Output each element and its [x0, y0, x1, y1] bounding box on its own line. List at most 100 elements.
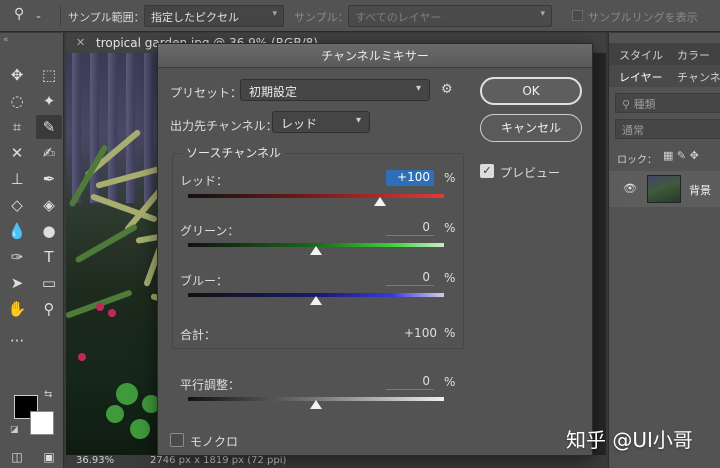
sample-label: サンプル：	[294, 11, 349, 24]
chevron-down-icon: ▾	[272, 9, 277, 19]
close-icon[interactable]: ✕	[76, 36, 85, 49]
preset-options-gear-icon[interactable]: ⚙	[441, 82, 453, 97]
status-bar: 36.93% 2746 px x 1819 px (72 ppi)	[66, 455, 606, 468]
visibility-eye-icon[interactable]: 👁	[623, 182, 637, 195]
blue-value-field[interactable]: 0	[386, 270, 434, 286]
search-icon: ⚲	[622, 98, 634, 111]
history-brush-tool-icon[interactable]: ✒	[36, 167, 62, 191]
hand-tool-icon[interactable]: ✋	[4, 297, 30, 321]
sample-size-select[interactable]: 指定したピクセル ▾	[144, 5, 284, 27]
sample-select[interactable]: すべてのレイヤー ▾	[348, 5, 552, 27]
red-value-field[interactable]: +100	[386, 170, 434, 186]
tab-styles[interactable]: スタイル	[619, 47, 663, 63]
layers-channels-tabs: レイヤー チャンネル	[609, 65, 720, 87]
dodge-tool-icon[interactable]: ●	[36, 219, 62, 243]
green-label: グリーン：	[180, 224, 240, 238]
layer-search-field[interactable]: ⚲ 種類	[615, 93, 720, 113]
blend-mode-select[interactable]: 通常	[615, 119, 720, 139]
channel-mixer-dialog: チャンネルミキサー プリセット： 初期設定 ▾ ⚙ 出力先チャンネル： レッド …	[157, 43, 593, 456]
output-channel-select[interactable]: レッド ▾	[272, 111, 370, 133]
pen-tool-icon[interactable]: ✑	[4, 245, 30, 269]
eyedropper-icon: ⚲	[14, 6, 25, 22]
move-tool-icon[interactable]: ✥	[4, 63, 30, 87]
show-sampling-ring-checkbox[interactable]	[572, 10, 583, 21]
monochrome-checkbox[interactable]	[170, 433, 184, 447]
quick-mask-icon[interactable]: ◫	[4, 445, 30, 468]
eraser-tool-icon[interactable]: ◇	[4, 193, 30, 217]
layer-name: 背景	[689, 184, 711, 197]
lasso-tool-icon[interactable]: ◌	[4, 89, 30, 113]
total-percent: %	[444, 326, 456, 340]
red-slider-track[interactable]	[188, 194, 444, 198]
constant-slider-handle[interactable]	[310, 400, 322, 409]
clone-stamp-tool-icon[interactable]: ⊥	[4, 167, 30, 191]
flower	[78, 353, 86, 361]
screen-mode-icon[interactable]: ▣	[36, 445, 62, 468]
tab-layers[interactable]: レイヤー	[619, 69, 663, 85]
watermark: 知乎 @UI小哥	[566, 428, 693, 452]
tab-color[interactable]: カラー	[677, 47, 710, 63]
red-label: レッド：	[180, 174, 229, 188]
green-percent: %	[444, 221, 456, 235]
background-color-swatch[interactable]	[30, 411, 54, 435]
blue-label: ブルー：	[180, 274, 229, 288]
red-percent: %	[444, 171, 456, 185]
lock-icons[interactable]: ▦ ✎ ✥	[663, 149, 699, 162]
layer-search-placeholder: 種類	[633, 98, 656, 111]
default-colors-icon[interactable]: ◪	[10, 425, 19, 435]
chevron-down-icon: ▾	[540, 9, 545, 19]
leaf-cluster	[116, 383, 138, 405]
healing-brush-tool-icon[interactable]: ✕	[4, 141, 30, 165]
swap-colors-icon[interactable]: ⇆	[44, 389, 52, 400]
chevron-down-icon: ▾	[355, 115, 361, 126]
green-value-field[interactable]: 0	[386, 220, 434, 236]
flower	[96, 303, 104, 311]
monochrome-label: モノクロ	[190, 435, 239, 449]
zoom-tool-icon[interactable]: ⚲	[36, 297, 62, 321]
collapse-icon[interactable]: «	[3, 35, 9, 45]
total-label: 合計：	[180, 328, 217, 342]
preview-label: プレビュー	[500, 166, 561, 180]
green-slider-handle[interactable]	[310, 246, 322, 255]
chevron-down-icon: ▾	[415, 83, 421, 94]
path-selection-tool-icon[interactable]: ➤	[4, 271, 30, 295]
leaf-cluster	[130, 419, 150, 439]
options-bar: ⚲ ⌄ サンプル範囲： 指定したピクセル ▾ サンプル： すべてのレイヤー ▾ …	[0, 0, 720, 32]
cancel-button[interactable]: キャンセル	[480, 114, 582, 142]
styles-color-tabs: スタイル カラー	[609, 43, 720, 65]
chevron-down-icon: ⌄	[34, 11, 43, 21]
dialog-title: チャンネルミキサー	[158, 44, 592, 68]
brush-tool-icon[interactable]: ✍	[36, 141, 62, 165]
magic-wand-tool-icon[interactable]: ✦	[36, 89, 62, 113]
constant-percent: %	[444, 375, 456, 389]
preset-label: プリセット：	[170, 86, 243, 100]
source-channels-title: ソースチャンネル	[182, 144, 286, 161]
more-tools-icon[interactable]: ···	[4, 329, 30, 353]
type-tool-icon[interactable]: T	[36, 245, 62, 269]
paint-bucket-tool-icon[interactable]: ◈	[36, 193, 62, 217]
constant-label: 平行調整：	[180, 378, 241, 392]
right-panels: スタイル カラー レイヤー チャンネル ⚲ 種類 通常 ロック： ▦ ✎ ✥ 👁…	[608, 33, 720, 468]
total-value: +100	[404, 326, 437, 340]
fence-slat	[144, 53, 153, 203]
blue-slider-handle[interactable]	[310, 296, 322, 305]
constant-value-field[interactable]: 0	[386, 374, 434, 390]
rectangle-tool-icon[interactable]: ▭	[36, 271, 62, 295]
eyedropper-tool-preset[interactable]: ⚲ ⌄	[14, 6, 54, 26]
output-channel-label: 出力先チャンネル：	[170, 119, 278, 133]
layer-row[interactable]: 👁 背景	[609, 171, 720, 207]
preset-select[interactable]: 初期設定 ▾	[240, 79, 430, 101]
zoom-readout[interactable]: 36.93%	[76, 455, 114, 466]
crop-tool-icon[interactable]: ⌗	[4, 115, 30, 139]
tab-channels[interactable]: チャンネル	[677, 69, 720, 85]
marquee-tool-icon[interactable]: ⬚	[36, 63, 62, 87]
ok-button[interactable]: OK	[480, 77, 582, 105]
red-slider-handle[interactable]	[374, 197, 386, 206]
eyedropper-tool-icon[interactable]: ✎	[36, 115, 62, 139]
document-dimensions: 2746 px x 1819 px (72 ppi)	[150, 455, 287, 466]
show-sampling-ring-label: サンプルリングを表示	[588, 11, 698, 24]
preview-checkbox[interactable]: ✓	[480, 164, 494, 178]
sample-value: すべてのレイヤー	[355, 11, 442, 24]
output-channel-value: レッド	[281, 117, 318, 131]
blur-tool-icon[interactable]: 💧	[4, 219, 30, 243]
